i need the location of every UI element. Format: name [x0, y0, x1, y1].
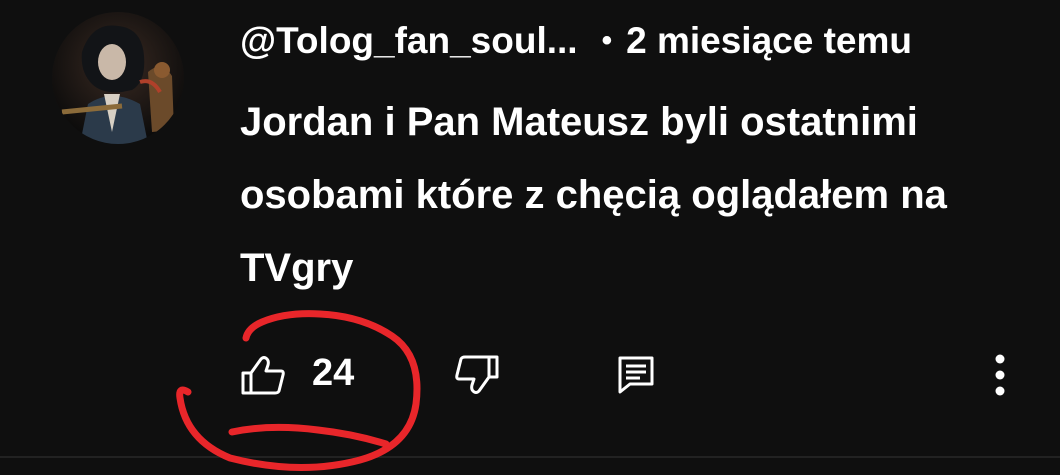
- like-button[interactable]: [232, 348, 294, 402]
- more-options-button[interactable]: [980, 346, 1020, 404]
- reply-button[interactable]: [608, 348, 664, 402]
- author-name[interactable]: @Tolog_fan_soul...: [240, 20, 578, 62]
- avatar-image: [52, 12, 184, 144]
- avatar[interactable]: [52, 12, 184, 144]
- dislike-button[interactable]: [446, 348, 508, 402]
- comment-actions: 24: [0, 340, 1060, 410]
- comment-thread: @Tolog_fan_soul... • 2 miesiące temu Jor…: [0, 0, 1060, 475]
- like-count: 24: [312, 352, 355, 394]
- separator-dot: •: [601, 24, 613, 57]
- comment-header: @Tolog_fan_soul... • 2 miesiące temu: [240, 18, 912, 64]
- comment-text: Jordan i Pan Mateusz byli ostatnimi osob…: [240, 100, 947, 290]
- thumbs-up-icon: [241, 356, 285, 395]
- more-vertical-icon: [995, 354, 1005, 396]
- thumbs-down-icon: [455, 355, 499, 394]
- comment-timestamp[interactable]: 2 miesiące temu: [626, 20, 912, 62]
- divider: [0, 456, 1060, 458]
- comment-icon: [618, 356, 654, 394]
